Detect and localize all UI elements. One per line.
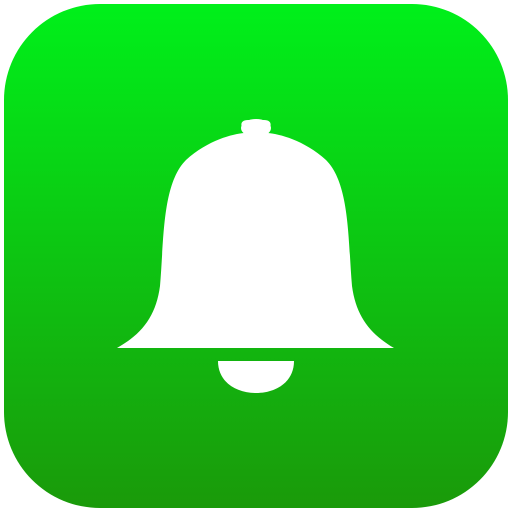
notification-app-icon[interactable] [4,4,508,508]
app-icon-graphic [4,4,508,508]
